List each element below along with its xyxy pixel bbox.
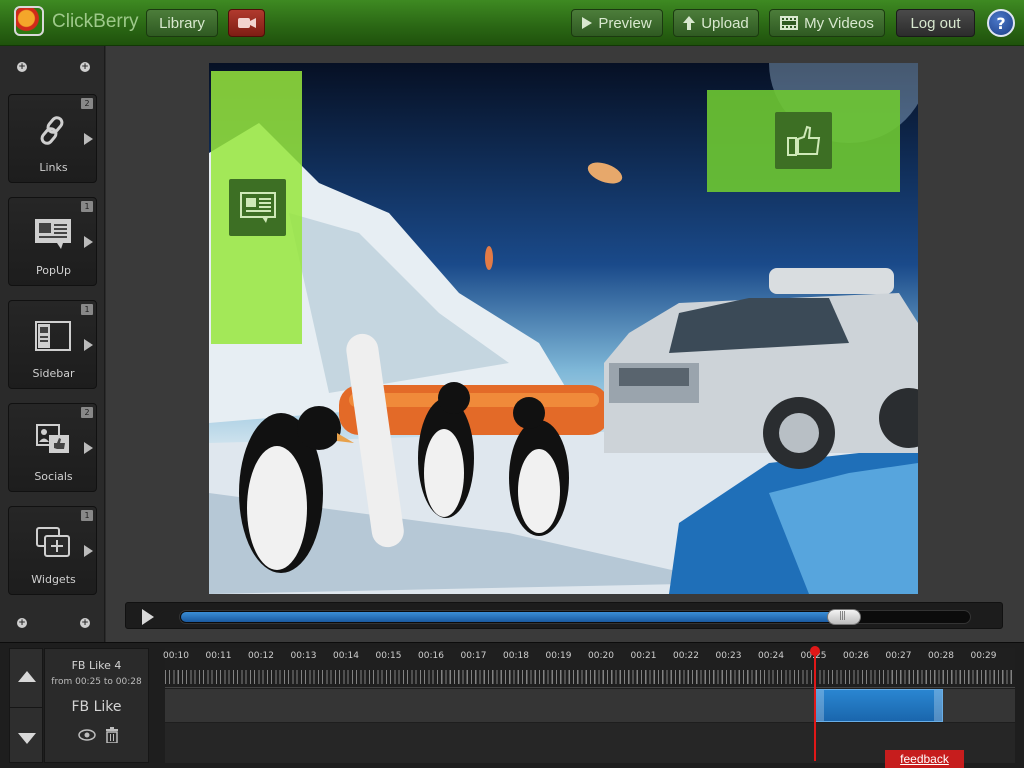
fb-like-hotspot-overlay[interactable] (707, 90, 900, 192)
timeline-ruler[interactable]: 00:10 00:11 00:12 00:13 00:14 00:15 00:16 00:17… (163, 648, 1015, 688)
ruler-tick-label: 00:28 (928, 651, 954, 661)
ruler-tick-label: 00:13 (290, 651, 317, 661)
feedback-link[interactable]: feedback (885, 750, 964, 768)
ruler-tick-label: 00:14 (333, 651, 359, 661)
popup-icon[interactable] (229, 179, 286, 236)
tool-count-badge: 1 (81, 304, 93, 315)
tool-label: Links (39, 161, 68, 174)
clickberry-logo-icon (14, 6, 44, 36)
brand-name: ClickBerry (52, 11, 139, 32)
playhead-line[interactable] (814, 649, 816, 761)
upload-arrow-icon (683, 16, 696, 30)
upload-button[interactable]: Upload (673, 9, 759, 37)
layer-type: FB Like (71, 699, 122, 715)
expand-arrow-icon[interactable] (84, 236, 93, 248)
add-icon[interactable]: + (80, 62, 90, 72)
ruler-tick-label: 00:29 (970, 651, 997, 661)
add-icon[interactable]: + (17, 62, 27, 72)
move-up-arrow-icon[interactable] (18, 671, 36, 682)
record-video-button[interactable] (228, 9, 265, 37)
tool-count-badge: 2 (81, 407, 93, 418)
sidebar-icon (35, 321, 71, 351)
ruler-tick-label: 00:21 (630, 651, 657, 661)
ruler-tick-label: 00:11 (205, 651, 232, 661)
selected-layer-info[interactable]: FB Like 4 from 00:25 to 00:28 FB Like (44, 648, 149, 763)
film-strip-icon (780, 16, 799, 30)
video-playbar (125, 602, 1003, 629)
layer-name: FB Like 4 (71, 659, 122, 672)
preview-button[interactable]: Preview (571, 9, 663, 37)
tool-count-badge: 1 (81, 201, 93, 212)
tool-count-badge: 1 (81, 510, 93, 521)
top-toolbar: ClickBerry Library Preview Upload My Vid… (0, 0, 1024, 46)
help-question-icon: ? (996, 13, 1006, 33)
widgets-icon (36, 527, 70, 557)
tool-count-badge: 2 (81, 98, 93, 109)
tool-label: PopUp (36, 264, 71, 277)
expand-arrow-icon[interactable] (84, 545, 93, 557)
ruler-tick-label: 00:27 (885, 651, 912, 661)
socials-icon (36, 424, 69, 453)
logout-button-label: Log out (910, 14, 961, 32)
ruler-tick-label: 00:24 (758, 651, 784, 661)
move-down-arrow-icon[interactable] (18, 733, 36, 744)
ruler-tick-label: 00:12 (248, 651, 274, 661)
tool-label: Sidebar (32, 367, 75, 380)
add-icon[interactable]: + (17, 618, 27, 628)
play-icon (582, 17, 593, 29)
my-videos-button-label: My Videos (804, 14, 874, 32)
tool-label: Widgets (31, 573, 76, 586)
tool-label: Socials (34, 470, 73, 483)
logout-button[interactable]: Log out (896, 9, 975, 37)
visibility-eye-icon[interactable] (78, 729, 96, 741)
ruler-ticks (165, 670, 1015, 684)
trash-icon[interactable] (105, 727, 119, 743)
ruler-tick-label: 00:10 (163, 651, 189, 661)
ruler-tick-label: 00:16 (418, 651, 444, 661)
app-root: ClickBerry Library Preview Upload My Vid… (0, 0, 1024, 768)
ruler-tick-label: 00:26 (843, 651, 869, 661)
expand-arrow-icon[interactable] (84, 442, 93, 454)
link-icon (40, 116, 64, 145)
popup-icon (35, 219, 71, 249)
thumbs-up-icon[interactable] (775, 112, 832, 169)
tools-panel: + + 2 Links 1 PopUp 1 Sidebar 2 Socials … (0, 46, 105, 642)
upload-button-label: Upload (701, 14, 749, 32)
expand-arrow-icon[interactable] (84, 133, 93, 145)
library-button[interactable]: Library (146, 9, 218, 37)
ruler-tick-label: 00:19 (545, 651, 572, 661)
timeline-clip-fb-like[interactable] (815, 689, 943, 722)
divider (10, 707, 42, 708)
popup-hotspot-overlay[interactable] (211, 71, 302, 344)
add-icon[interactable]: + (80, 618, 90, 628)
ruler-tick-label: 00:18 (503, 651, 529, 661)
seek-thumb[interactable] (827, 609, 861, 625)
ruler-tick-label: 00:17 (460, 651, 487, 661)
ruler-tick-label: 00:23 (715, 651, 742, 661)
ruler-tick-label: 00:15 (375, 651, 402, 661)
seek-track[interactable] (179, 609, 971, 625)
layer-nav (9, 648, 43, 763)
ruler-tick-label: 00:20 (588, 651, 614, 661)
play-icon[interactable] (142, 609, 154, 625)
help-button[interactable]: ? (987, 9, 1015, 37)
library-button-label: Library (159, 14, 205, 32)
ruler-tick-label: 00:22 (673, 651, 699, 661)
seek-progress-fill (181, 612, 845, 622)
my-videos-button[interactable]: My Videos (769, 9, 885, 37)
preview-button-label: Preview (598, 14, 652, 32)
expand-arrow-icon[interactable] (84, 339, 93, 351)
video-camera-icon (237, 18, 256, 28)
layer-time-range: from 00:25 to 00:28 (51, 677, 142, 687)
